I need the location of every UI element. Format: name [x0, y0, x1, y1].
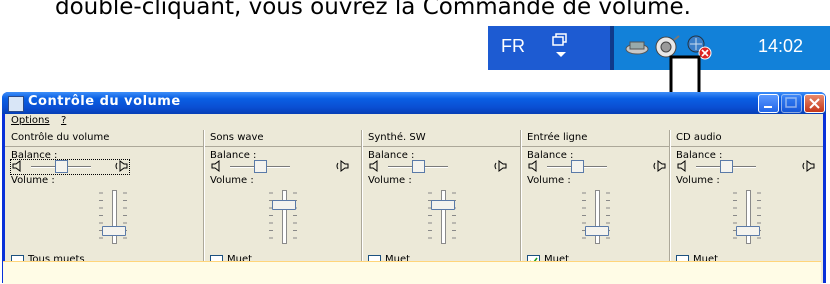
volume-label: Volume : — [11, 175, 55, 186]
right-speaker-icon — [802, 160, 815, 172]
balance-slider[interactable] — [210, 160, 350, 174]
menu-help[interactable]: ? — [61, 115, 66, 126]
caption-text: double-cliquant, vous ouvrez la Commande… — [0, 0, 830, 22]
minimize-icon — [764, 106, 772, 108]
maximize-icon — [785, 97, 797, 108]
channel-name: CD audio — [670, 130, 823, 147]
volume-thumb[interactable] — [736, 226, 760, 236]
volume-thumb[interactable] — [585, 226, 609, 236]
minimize-button[interactable] — [758, 94, 779, 113]
volume-slider[interactable] — [732, 190, 762, 244]
channel-name-label: CD audio — [676, 132, 722, 143]
window-client-area: Options ? Contrôle du volume Balance : Vol… — [5, 114, 823, 283]
mixer-channel: CD audio Balance : Volume : Muet — [670, 130, 823, 268]
volume-slider[interactable] — [427, 190, 457, 244]
volume-label: Volume : — [676, 175, 720, 186]
balance-thumb[interactable] — [720, 160, 733, 173]
window-app-icon[interactable] — [8, 96, 24, 112]
channel-separator — [669, 130, 671, 266]
channel-name: Entrée ligne — [521, 130, 670, 147]
channel-name-label: Sons wave — [210, 132, 264, 143]
volume-slider[interactable] — [581, 190, 611, 244]
volume-thumb[interactable] — [102, 226, 126, 236]
left-speaker-icon — [677, 160, 686, 172]
menu-options-label[interactable]: Options — [11, 115, 50, 126]
channel-name: Contrôle du volume — [5, 130, 204, 147]
volume-label: Volume : — [527, 175, 571, 186]
volume-thumb[interactable] — [431, 200, 455, 210]
language-bar[interactable]: FR — [488, 26, 610, 70]
balance-thumb[interactable] — [254, 160, 267, 173]
close-button[interactable] — [804, 94, 825, 113]
status-bar — [3, 261, 821, 284]
volume-slider[interactable] — [98, 190, 128, 244]
channel-name: Synthé. SW — [362, 130, 521, 147]
caption-line: double-cliquant, vous ouvrez la Commande… — [55, 0, 691, 20]
channel-separator — [520, 130, 522, 266]
balance-slider[interactable] — [10, 159, 130, 175]
mixer-channel: Contrôle du volume Balance : Volume : Tous … — [5, 130, 204, 268]
channel-name-label: Synthé. SW — [368, 132, 426, 143]
mixer-channel: Synthé. SW Balance : Volume : Muet — [362, 130, 521, 268]
volume-thumb[interactable] — [272, 200, 296, 210]
volume-control-window: Contrôle du volume Options ? Contrôle du… — [2, 92, 826, 283]
volume-label: Volume : — [368, 175, 412, 186]
mixer-channel: Entrée ligne Balance : Volume : Muet — [521, 130, 670, 268]
left-speaker-icon — [12, 160, 21, 172]
channel-separator — [361, 130, 363, 266]
balance-slider[interactable] — [368, 160, 508, 174]
right-speaker-icon — [115, 160, 128, 172]
channel-name-label: Contrôle du volume — [11, 132, 110, 143]
title-bar[interactable]: Contrôle du volume — [2, 92, 826, 114]
balance-thumb[interactable] — [55, 160, 68, 173]
balance-slider[interactable] — [527, 160, 667, 174]
clock[interactable]: 14:02 — [758, 36, 803, 57]
menu-options[interactable]: Options — [11, 115, 50, 126]
maximize-button[interactable] — [781, 94, 802, 113]
channel-separator — [203, 130, 205, 266]
channel-name: Sons wave — [204, 130, 362, 147]
right-speaker-icon — [653, 160, 666, 172]
balance-thumb[interactable] — [412, 160, 425, 173]
right-speaker-icon — [336, 160, 349, 172]
window-title: Contrôle du volume — [28, 94, 181, 109]
language-bar-restore-icon[interactable] — [550, 32, 572, 62]
balance-thumb[interactable] — [571, 160, 584, 173]
menu-help-label[interactable]: ? — [61, 115, 66, 126]
language-indicator[interactable]: FR — [501, 36, 525, 57]
mixer-channel: Sons wave Balance : Volume : Muet — [204, 130, 362, 268]
close-icon — [809, 98, 820, 109]
right-speaker-icon — [494, 160, 507, 172]
volume-label: Volume : — [210, 175, 254, 186]
left-speaker-icon — [211, 160, 220, 172]
menu-bar: Options ? — [5, 114, 823, 128]
balance-slider[interactable] — [676, 160, 816, 174]
channel-name-label: Entrée ligne — [527, 132, 588, 143]
left-speaker-icon — [369, 160, 378, 172]
volume-slider[interactable] — [268, 190, 298, 244]
left-speaker-icon — [528, 160, 537, 172]
